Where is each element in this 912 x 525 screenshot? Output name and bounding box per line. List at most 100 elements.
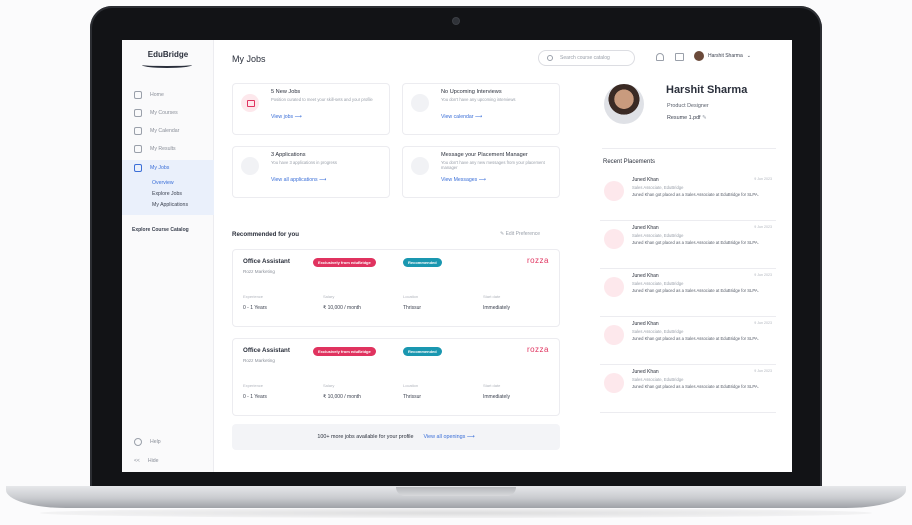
search-placeholder: Search course catalog	[560, 55, 610, 61]
recent-placements-title: Recent Placements	[603, 159, 656, 165]
start-date-field: Start date Immediately	[483, 383, 510, 400]
job-card[interactable]: Office Assistant Rozz Marketing Exclusiv…	[232, 338, 560, 416]
placement-item[interactable]: Juned Khan 9 Jun 2023 Sales Associate, E…	[600, 269, 776, 317]
location-field: Location Thrissur	[403, 383, 422, 400]
job-title: Office Assistant	[243, 347, 290, 354]
interviews-card: No Upcoming Interviews You don't have an…	[402, 83, 560, 135]
sidebar-item-label: My Jobs	[150, 165, 170, 171]
sidebar-item-my-jobs[interactable]: My Jobs	[122, 160, 214, 176]
profile-role: Product Designer	[667, 103, 709, 109]
company-logo: rozza	[526, 345, 549, 354]
webcam	[453, 18, 459, 24]
start-date-field: Start date Immediately	[483, 294, 510, 311]
avatar	[604, 277, 624, 297]
subnav-my-applications[interactable]: My Applications	[152, 200, 214, 211]
search-icon	[547, 55, 553, 61]
profile-name: Harshit Sharma	[666, 84, 748, 96]
avatar	[604, 181, 624, 201]
sidebar-item-my-results[interactable]: My Results	[122, 140, 214, 158]
calendar-icon	[134, 127, 142, 135]
explore-course-catalog-link[interactable]: Explore Course Catalog	[132, 227, 189, 233]
sidebar-item-label: Home	[150, 92, 164, 98]
experience-field: Experience 0 - 1 Years	[243, 294, 267, 311]
subnav-explore-jobs[interactable]: Explore Jobs	[152, 189, 214, 200]
hide-sidebar-button[interactable]: << Hide	[134, 458, 204, 464]
avatar	[604, 325, 624, 345]
experience-field: Experience 0 - 1 Years	[243, 383, 267, 400]
placement-item[interactable]: Juned Khan 9 Jun 2023 Sales Associate, E…	[600, 317, 776, 365]
arrow-right-icon: ⟶	[474, 114, 483, 120]
placement-item[interactable]: Juned Khan 9 Jun 2023 Sales Associate, E…	[600, 173, 776, 221]
resume-link[interactable]: Resume 1.pdf ✎	[667, 115, 707, 121]
clipboard-icon	[134, 145, 142, 153]
card-description: You have 3 applications in progress	[271, 160, 337, 165]
sidebar-item-my-calendar[interactable]: My Calendar	[122, 122, 214, 140]
recommended-badge: Recommended	[403, 347, 442, 356]
card-title: 3 Applications	[271, 152, 306, 158]
laptop-shadow	[40, 508, 872, 518]
subnav-overview[interactable]: Overview	[152, 178, 214, 189]
help-button[interactable]: Help	[134, 438, 204, 446]
help-icon	[134, 438, 142, 446]
view-jobs-link[interactable]: View jobs ⟶	[271, 114, 302, 120]
hide-label: Hide	[147, 458, 159, 464]
avatar	[604, 229, 624, 249]
view-calendar-link[interactable]: View calendar ⟶	[441, 114, 482, 120]
recommended-title: Recommended for you	[232, 231, 300, 238]
sidebar: EduBridge Home My Courses My Calendar My…	[122, 40, 214, 472]
card-description: Position curated to meet your skill-sets…	[271, 97, 373, 102]
job-title: Office Assistant	[243, 258, 290, 265]
edit-preference-button[interactable]: ✎ Edit Preference	[500, 231, 540, 237]
avatar	[604, 373, 624, 393]
profile-photo	[604, 84, 644, 124]
salary-field: Salary ₹ 10,000 / month	[323, 383, 361, 400]
exclusive-badge: Exclusively from eduBridge	[313, 258, 376, 267]
calendar-icon	[411, 94, 429, 112]
more-jobs-text: 100+ more jobs available for your profil…	[317, 434, 414, 440]
placement-manager-card: Message your Placement Manager You don't…	[402, 146, 560, 198]
salary-field: Salary ₹ 10,000 / month	[323, 294, 361, 311]
new-jobs-card: 5 New Jobs Position curated to meet your…	[232, 83, 390, 135]
user-name: Harshit Sharma	[708, 53, 743, 59]
view-messages-link[interactable]: View Messages ⟶	[441, 177, 486, 183]
sidebar-item-label: My Results	[150, 146, 176, 152]
message-icon[interactable]	[675, 53, 684, 61]
sidebar-item-label: My Calendar	[150, 128, 180, 134]
divider	[602, 148, 776, 149]
sidebar-nav: Home My Courses My Calendar My Results M…	[122, 86, 214, 215]
more-jobs-banner: 100+ more jobs available for your profil…	[232, 424, 560, 450]
search-input[interactable]: Search course catalog	[538, 50, 635, 66]
sidebar-item-my-courses[interactable]: My Courses	[122, 104, 214, 122]
view-applications-link[interactable]: View all applications ⟶	[271, 177, 327, 183]
bell-icon[interactable]	[656, 53, 664, 61]
document-icon	[241, 157, 259, 175]
card-description: You don't have any upcoming interviews	[441, 97, 516, 102]
arrow-right-icon: ⟶	[478, 177, 487, 183]
sidebar-item-home[interactable]: Home	[122, 86, 214, 104]
my-jobs-subnav: Overview Explore Jobs My Applications	[122, 176, 214, 215]
placement-item[interactable]: Juned Khan 9 Jun 2023 Sales Associate, E…	[600, 221, 776, 269]
app-screen: EduBridge Home My Courses My Calendar My…	[122, 40, 792, 472]
recommended-badge: Recommended	[403, 258, 442, 267]
card-title: No Upcoming Interviews	[441, 89, 502, 95]
page-title: My Jobs	[232, 54, 266, 64]
user-menu[interactable]: Harshit Sharma ⌄	[694, 51, 751, 61]
arrow-right-icon: ⟶	[319, 177, 327, 183]
exclusive-badge: Exclusively from eduBridge	[313, 347, 376, 356]
sidebar-item-label: My Courses	[150, 110, 178, 116]
job-company: Rozz Marketing	[243, 358, 275, 363]
placement-item[interactable]: Juned Khan 9 Jun 2023 Sales Associate, E…	[600, 365, 776, 413]
app-logo[interactable]: EduBridge	[136, 50, 200, 59]
avatar	[694, 51, 704, 61]
arrow-right-icon: ⟶	[466, 434, 475, 440]
card-title: 5 New Jobs	[271, 89, 301, 95]
company-logo: rozza	[526, 256, 549, 265]
collapse-icon: <<	[134, 458, 140, 464]
job-company: Rozz Marketing	[243, 269, 275, 274]
job-card[interactable]: Office Assistant Rozz Marketing Exclusiv…	[232, 249, 560, 327]
laptop-mockup: EduBridge Home My Courses My Calendar My…	[0, 0, 912, 525]
home-icon	[134, 91, 142, 99]
view-all-openings-link[interactable]: View all openings ⟶	[423, 434, 474, 440]
briefcase-icon	[134, 164, 142, 172]
location-field: Location Thrissur	[403, 294, 422, 311]
